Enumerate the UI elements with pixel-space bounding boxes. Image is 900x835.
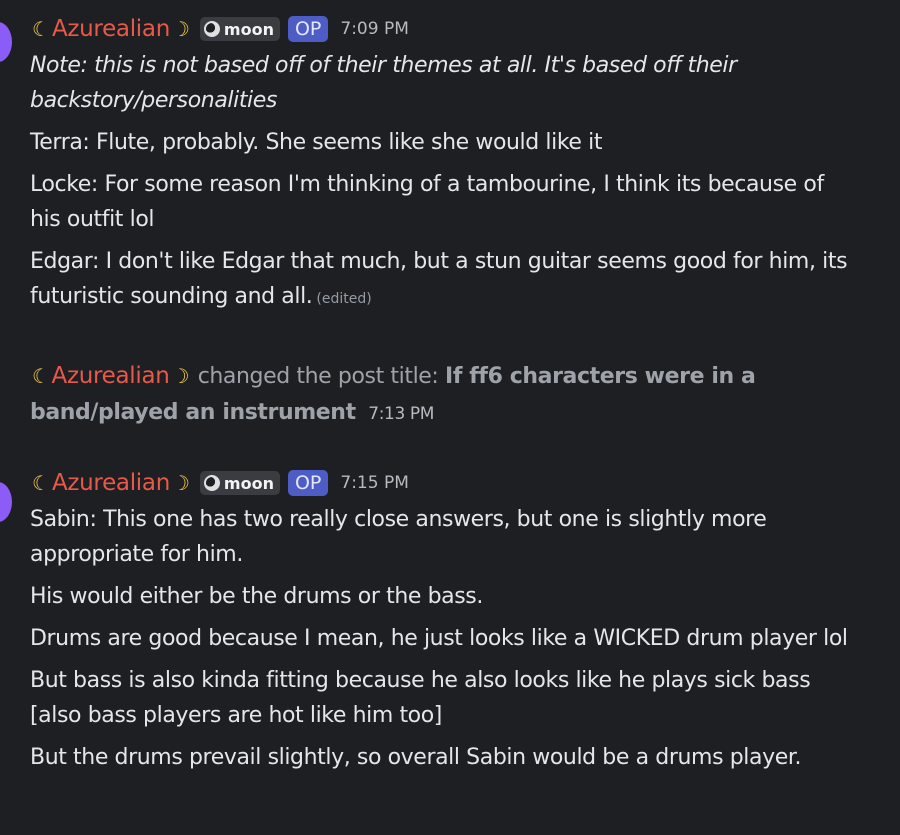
crescent-moon-icon: ☽ [171,364,190,388]
message-line: Drums are good because I mean, he just l… [30,626,848,651]
system-action: changed the post title: [197,364,439,389]
message-line: His would either be the drums or the bas… [30,584,483,609]
crescent-moon-icon: ☽ [171,17,190,41]
username[interactable]: Azurealian [52,363,170,389]
message-text: Edgar: I don't like Edgar that much, but… [30,249,848,309]
message-header: ☾ Azurealian ☽ moon OP 7:09 PM [30,14,860,44]
message-group: ☾ Azurealian ☽ moon OP 7:15 PM Sabin: Th… [30,468,860,775]
message-line: But bass is also kinda fitting because h… [30,668,811,728]
message-line: Edgar: I don't like Edgar that much, but… [30,244,860,317]
moon-tag-icon [203,21,220,37]
crescent-moon-icon: ☾ [32,17,50,41]
edited-label: (edited) [316,291,372,307]
timestamp[interactable]: 7:09 PM [340,19,409,39]
username[interactable]: Azurealian [52,16,170,42]
guild-tag-label: moon [223,473,274,493]
message-group: ☾ Azurealian ☽ moon OP 7:09 PM Note: thi… [30,14,860,317]
avatar[interactable] [0,482,12,522]
message-line: But the drums prevail slightly, so overa… [30,745,802,770]
crescent-moon-icon: ☽ [171,471,190,495]
avatar[interactable] [0,22,12,62]
guild-tag[interactable]: moon [199,17,280,41]
message-line: Terra: Flute, probably. She seems like s… [30,130,603,155]
op-badge: OP [287,16,329,42]
message-line: Note: this is not based off of their the… [30,53,737,113]
moon-tag-icon [203,475,220,491]
username[interactable]: Azurealian [52,470,170,496]
message-header: ☾ Azurealian ☽ moon OP 7:15 PM [30,468,860,498]
system-message: ☾Azurealian ☽ changed the post title: If … [30,358,860,432]
timestamp[interactable]: 7:15 PM [340,473,409,493]
guild-tag-label: moon [223,19,274,39]
message-line: Locke: For some reason I'm thinking of a… [30,172,824,232]
op-badge: OP [287,470,329,496]
timestamp[interactable]: 7:13 PM [368,404,434,424]
crescent-moon-icon: ☾ [32,471,50,495]
crescent-moon-icon: ☾ [32,364,50,388]
message-line: Sabin: This one has two really close ans… [30,507,767,567]
guild-tag[interactable]: moon [199,471,280,495]
